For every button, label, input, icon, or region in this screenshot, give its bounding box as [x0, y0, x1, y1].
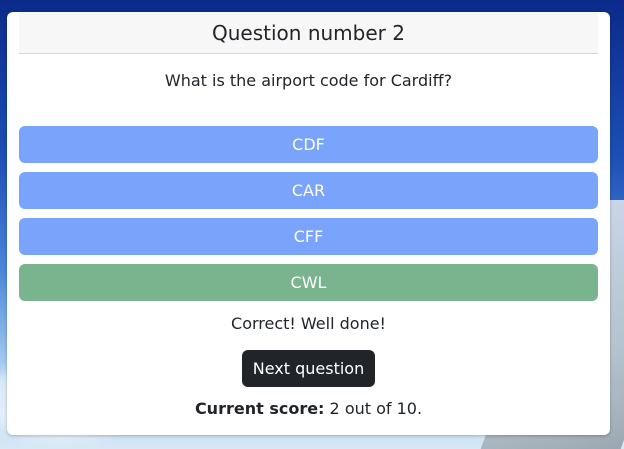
score-value: 2 out of 10. — [329, 399, 423, 418]
answer-label: CWL — [290, 273, 327, 292]
current-score: Current score: 2 out of 10. — [7, 399, 610, 418]
answer-button-cff[interactable]: CFF — [19, 218, 598, 255]
next-question-button[interactable]: Next question — [242, 350, 375, 387]
quiz-card: Question number 2 What is the airport co… — [7, 12, 610, 435]
answer-label: CFF — [293, 227, 324, 246]
question-header: Question number 2 — [19, 12, 598, 54]
feedback-message: Correct! Well done! — [231, 314, 386, 333]
score-label: Current score: — [194, 399, 325, 418]
answer-button-cdf[interactable]: CDF — [19, 126, 598, 163]
question-text: What is the airport code for Cardiff? — [164, 71, 453, 90]
answer-label: CDF — [292, 135, 325, 154]
answer-button-car[interactable]: CAR — [19, 172, 598, 209]
answer-button-cwl[interactable]: CWL — [19, 264, 598, 301]
answer-label: CAR — [291, 181, 326, 200]
